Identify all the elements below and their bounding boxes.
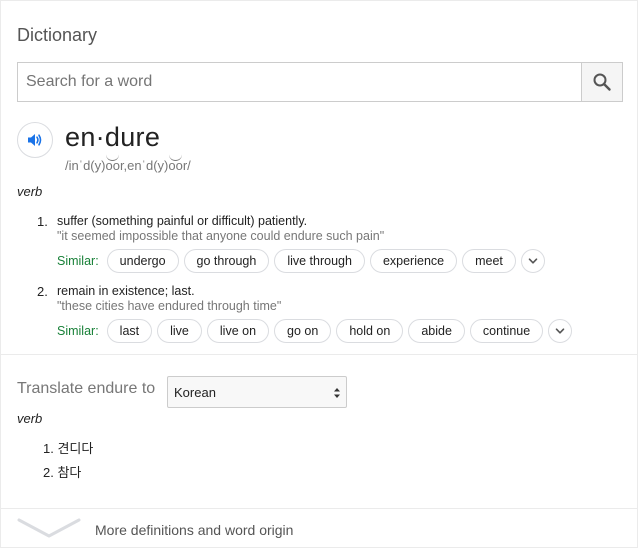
- synonym-chip[interactable]: experience: [369, 249, 458, 273]
- sense-example: "these cities have endured through time": [57, 299, 282, 313]
- chevron-down-icon: [17, 518, 81, 538]
- translation-item: 1. 견디다: [43, 441, 94, 456]
- synonym-chip[interactable]: go on: [274, 319, 332, 343]
- sense-example: "it seemed impossible that anyone could …: [57, 229, 385, 243]
- synonym-chip[interactable]: live through: [274, 249, 365, 273]
- similar-row-2: Similar: last live live on go on hold on…: [57, 319, 573, 343]
- translate-label: Translate endure to: [17, 380, 156, 397]
- part-of-speech: verb: [17, 184, 43, 199]
- speaker-icon: [28, 134, 42, 146]
- sense-number: 2.: [37, 284, 48, 299]
- synonym-chip[interactable]: go through: [183, 249, 270, 273]
- similar-label: Similar:: [57, 324, 99, 338]
- more-definitions-label: More definitions and word origin: [95, 522, 294, 538]
- sense-number: 1.: [37, 214, 48, 229]
- synonym-chip[interactable]: continue: [469, 319, 544, 343]
- synonym-chip[interactable]: meet: [462, 249, 516, 273]
- similar-row-1: Similar: undergo go through live through…: [57, 249, 545, 273]
- synonym-chip[interactable]: live on: [206, 319, 270, 343]
- sense-definition: suffer (something painful or difficult) …: [57, 214, 308, 228]
- dictionary-card: Dictionary en·dure /inˈd(y)oor,enˈd(y)oo…: [0, 0, 638, 548]
- pronunciation-button[interactable]: [17, 122, 53, 158]
- similar-label: Similar:: [57, 254, 99, 268]
- headword: en·dure: [65, 122, 161, 152]
- more-definitions-link[interactable]: More definitions and word origin: [1, 509, 638, 548]
- language-select[interactable]: Korean: [167, 376, 347, 408]
- translate-part-of-speech: verb: [17, 411, 43, 426]
- chevron-down-icon: [555, 328, 565, 334]
- synonym-chip[interactable]: undergo: [106, 249, 179, 273]
- phonetic-spelling: /inˈd(y)oor,enˈd(y)oor/: [65, 158, 191, 173]
- translation-text: 참다: [57, 465, 82, 480]
- synonym-chip[interactable]: abide: [408, 319, 465, 343]
- section-divider: [1, 354, 638, 355]
- search-box: [17, 62, 623, 102]
- expand-synonyms-button[interactable]: [520, 249, 545, 273]
- search-button[interactable]: [581, 63, 622, 101]
- dictionary-title: Dictionary: [17, 25, 98, 45]
- synonym-chip[interactable]: hold on: [336, 319, 404, 343]
- synonym-chip[interactable]: live: [157, 319, 202, 343]
- translation-text: 견디다: [57, 441, 94, 456]
- language-select-value: Korean: [174, 384, 216, 400]
- translation-item: 2. 참다: [43, 465, 82, 480]
- select-arrows-icon: [334, 388, 340, 398]
- expand-synonyms-button[interactable]: [548, 319, 573, 343]
- search-icon: [593, 73, 611, 91]
- sense-definition: remain in existence; last.: [57, 284, 195, 298]
- search-input[interactable]: [18, 63, 581, 101]
- synonym-chip[interactable]: last: [106, 319, 153, 343]
- chevron-down-icon: [528, 258, 538, 264]
